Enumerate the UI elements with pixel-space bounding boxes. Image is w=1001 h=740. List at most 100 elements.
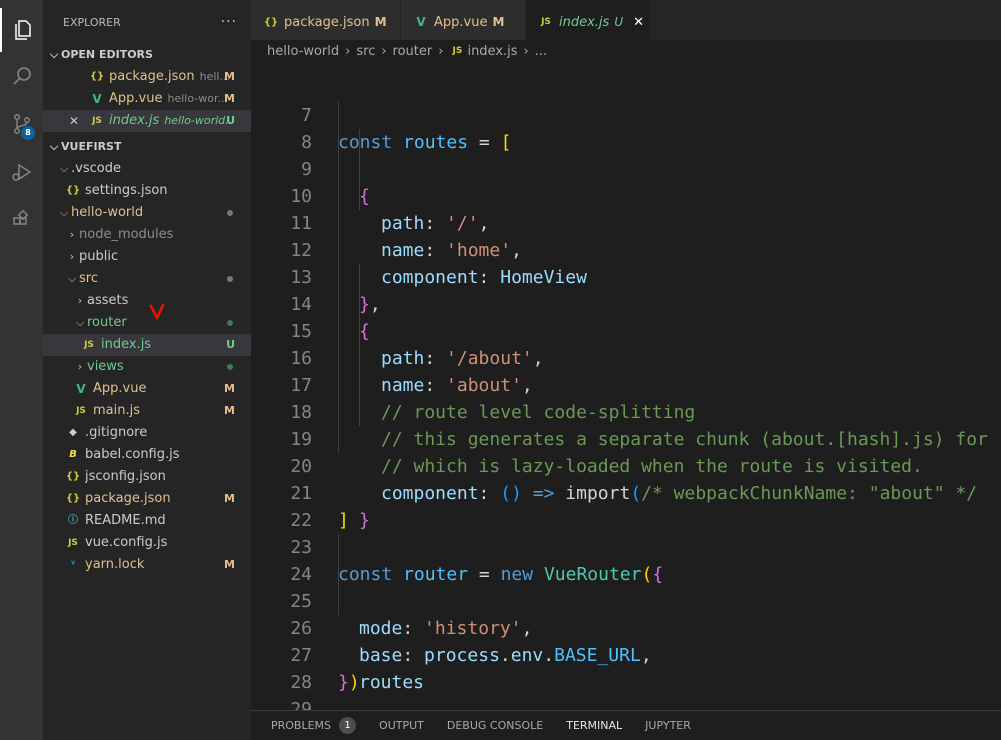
tab-label: package.json — [284, 14, 370, 30]
file-label: settings.json — [85, 183, 168, 198]
breadcrumb-item[interactable]: ... — [535, 44, 547, 59]
open-editor-name: package.json — [109, 69, 195, 84]
code-line: 13 { — [251, 237, 1001, 342]
tab-jupyter[interactable]: JUPYTER — [645, 719, 691, 732]
folder-label: .vscode — [71, 161, 121, 176]
tree-folder[interactable]: ⌵ router — [43, 312, 251, 334]
tree-folder[interactable]: › assets — [43, 290, 251, 312]
open-editor-path: hello-wor... — [167, 92, 228, 105]
folder-label: router — [87, 315, 127, 330]
chevron-down-icon: ⌵ — [59, 206, 69, 219]
tree-folder[interactable]: ⌵ .vscode — [43, 158, 251, 180]
line-number: 29 — [290, 699, 312, 710]
babel-icon: B — [69, 449, 77, 460]
open-editors-label: OPEN EDITORS — [61, 48, 153, 61]
source-control-icon[interactable]: 8 — [0, 102, 43, 146]
js-icon: JS — [76, 406, 86, 416]
code-line: 8 { — [251, 102, 1001, 207]
tab-label: PROBLEMS — [271, 719, 332, 732]
git-status: M — [224, 492, 235, 505]
close-icon[interactable]: ✕ — [69, 110, 79, 132]
chevron-right-icon: › — [69, 228, 75, 241]
open-editor-item[interactable]: {} package.json hell... M — [43, 66, 251, 88]
tab-index-js[interactable]: JS index.js U ✕ — [526, 0, 651, 44]
tree-file[interactable]: {} package.json M — [43, 488, 251, 510]
bottom-panel-tabs: PROBLEMS 1 OUTPUT DEBUG CONSOLE TERMINAL … — [251, 710, 1001, 740]
open-editor-item-active[interactable]: ✕ JS index.js hello-world... U — [43, 110, 251, 132]
file-label: main.js — [93, 403, 140, 418]
tree-folder[interactable]: ⌵ hello-world — [43, 202, 251, 224]
code-line: 17 // this generates a separate chunk (a… — [251, 345, 1001, 450]
file-label: jsconfig.json — [85, 469, 166, 484]
file-label: .gitignore — [85, 425, 148, 440]
breadcrumb-item[interactable]: hello-world — [267, 44, 339, 59]
vue-icon: V — [76, 382, 86, 396]
code-line: 28 — [251, 642, 1001, 693]
code-line: 11 component: HomeView — [251, 183, 1001, 288]
folder-label: assets — [87, 293, 129, 308]
file-label: README.md — [85, 513, 166, 528]
tree-folder[interactable]: › public — [43, 246, 251, 268]
code-line: 14 path: '/about', — [251, 264, 1001, 369]
git-status: M — [224, 382, 235, 395]
open-editor-item[interactable]: V App.vue hello-wor... M — [43, 88, 251, 110]
code-line: 27 }) — [251, 615, 1001, 693]
code-line: 23 const router = new VueRouter({ — [251, 507, 1001, 585]
tab-problems[interactable]: PROBLEMS 1 — [271, 717, 357, 734]
js-icon: JS — [452, 46, 463, 56]
chevron-right-icon: › — [69, 250, 75, 263]
tree-file[interactable]: {} settings.json — [43, 180, 251, 202]
code-line: 24 mode: 'history', — [251, 534, 1001, 639]
json-icon: {} — [65, 493, 81, 504]
vue-icon: V — [92, 92, 102, 106]
tab-output[interactable]: OUTPUT — [379, 719, 424, 732]
git-status: M — [224, 404, 235, 417]
tab-package-json[interactable]: {} package.json M — [251, 0, 401, 44]
open-editors-section[interactable]: ⌵ OPEN EDITORS — [43, 44, 251, 66]
extensions-icon[interactable] — [0, 198, 43, 242]
folder-label: hello-world — [71, 205, 144, 220]
git-status: M — [224, 92, 235, 105]
code-line: 22 — [251, 480, 1001, 531]
breadcrumb-item[interactable]: src — [356, 44, 375, 59]
open-editor-path: hello-world... — [164, 114, 231, 127]
tree-folder[interactable]: ⌵ src — [43, 268, 251, 290]
breadcrumb-item[interactable]: router — [393, 44, 433, 59]
run-debug-icon[interactable] — [0, 150, 43, 194]
code-line: 18 // which is lazy-loaded when the rout… — [251, 372, 1001, 477]
tab-label: App.vue — [434, 14, 488, 30]
chevron-down-icon: ⌵ — [49, 140, 59, 153]
file-label: yarn.lock — [85, 557, 145, 572]
activity-bar: 8 — [0, 0, 43, 740]
search-icon[interactable] — [0, 54, 43, 98]
tree-file[interactable]: {} jsconfig.json — [43, 466, 251, 488]
tab-app-vue[interactable]: V App.vue M — [401, 0, 526, 44]
code-editor[interactable]: 7 const routes = [ 8 { 9 path: '/', 10 n… — [251, 62, 1001, 710]
code-line: 15 name: 'about', — [251, 291, 1001, 396]
editor-tabs: {} package.json M V App.vue M JS index.j… — [251, 0, 1001, 44]
project-section[interactable]: ⌵ VUEFIRST — [43, 136, 251, 158]
tree-folder[interactable]: › views — [43, 356, 251, 378]
more-actions-icon[interactable]: ··· — [221, 14, 237, 30]
gitignore-icon: ◆ — [69, 427, 77, 438]
code-line: 7 const routes = [ — [251, 75, 1001, 153]
tree-file[interactable]: JS main.js M — [43, 400, 251, 422]
code-line: 9 path: '/', — [251, 129, 1001, 234]
tree-file[interactable]: ᵞ yarn.lock M — [43, 554, 251, 576]
tree-file[interactable]: V App.vue M — [43, 378, 251, 400]
folder-label: views — [87, 359, 124, 374]
tree-file[interactable]: JS vue.config.js — [43, 532, 251, 554]
json-icon: {} — [263, 16, 279, 28]
tab-terminal[interactable]: TERMINAL — [566, 719, 622, 732]
explorer-icon[interactable] — [0, 8, 43, 52]
breadcrumb-item[interactable]: index.js — [467, 44, 517, 59]
tree-file[interactable]: B babel.config.js — [43, 444, 251, 466]
untracked-dot — [227, 364, 233, 370]
tree-file[interactable]: ◆ .gitignore — [43, 422, 251, 444]
tab-close-icon[interactable]: ✕ — [633, 15, 644, 30]
json-icon: {} — [89, 71, 105, 82]
tree-file[interactable]: ⓘ README.md — [43, 510, 251, 532]
tab-debug-console[interactable]: DEBUG CONSOLE — [447, 719, 543, 732]
tree-file-selected[interactable]: JS index.js U — [43, 334, 251, 356]
tree-folder[interactable]: › node_modules — [43, 224, 251, 246]
